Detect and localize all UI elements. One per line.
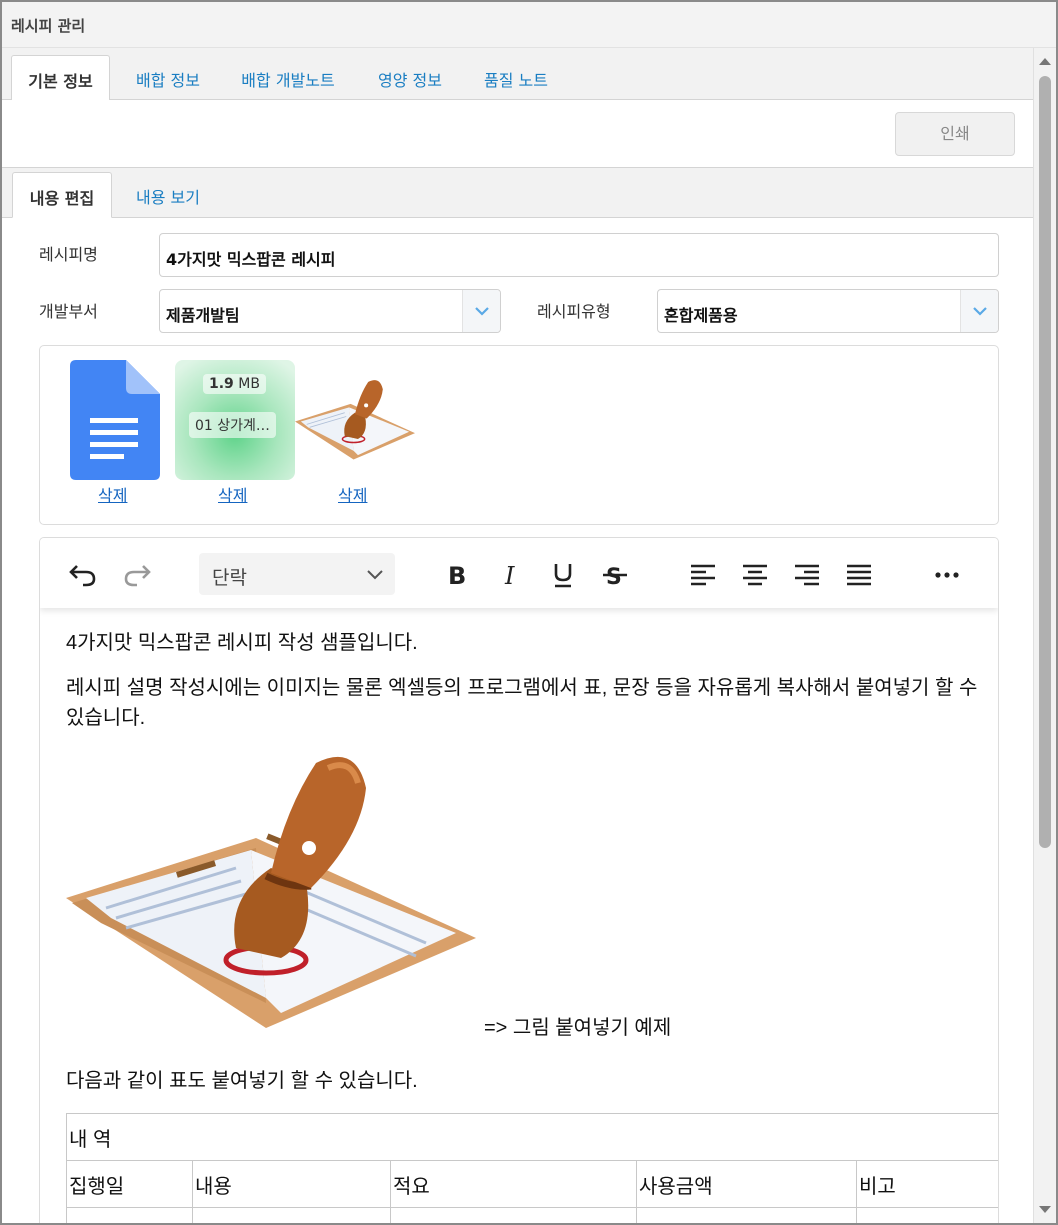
align-left-icon[interactable] [688, 560, 718, 590]
table-header-cell[interactable]: 적요 [390, 1160, 637, 1208]
tab-formula-info[interactable]: 배합 정보 [120, 55, 216, 100]
table-header-cell[interactable]: 집행일 [66, 1160, 193, 1208]
recipe-name-label: 레시피명 [39, 245, 98, 264]
dept-label: 개발부서 [39, 302, 98, 321]
tab-basic-info[interactable]: 기본 정보 [11, 55, 110, 101]
chevron-down-icon[interactable] [462, 290, 500, 332]
chevron-down-icon[interactable] [960, 290, 998, 332]
pasted-table: 내 역 집행일 내용 적요 사용금액 비고 [66, 1113, 998, 1223]
tab-nutrition-info[interactable]: 영양 정보 [362, 55, 458, 100]
underline-icon[interactable] [548, 560, 578, 590]
table-cell[interactable] [636, 1207, 857, 1223]
content-viewport: 기본 정보 배합 정보 배합 개발노트 영양 정보 품질 노트 인쇄 내용 편집… [2, 48, 1033, 1223]
dept-select[interactable]: 제품개발팀 [159, 289, 501, 333]
block-format-value: 단락 [212, 567, 247, 589]
table-title-cell[interactable]: 내 역 [66, 1113, 998, 1161]
action-toolbar: 인쇄 [2, 100, 1033, 168]
pasted-image-block: => 그림 붙여넣기 예제 [66, 748, 986, 1048]
recipe-name-input[interactable]: 4가지맛 믹스팝콘 레시피 [159, 233, 999, 277]
tab-edit-content[interactable]: 내용 편집 [12, 172, 112, 218]
block-format-select[interactable]: 단락 [199, 553, 395, 595]
redo-icon[interactable] [122, 560, 152, 590]
table-header-cell[interactable]: 사용금액 [636, 1160, 857, 1208]
chevron-down-icon [367, 570, 383, 580]
sub-tab-bar: 내용 편집 내용 보기 [2, 168, 1033, 218]
more-options-icon[interactable] [932, 560, 962, 590]
table-row: 집행일 내용 적요 사용금액 비고 [66, 1160, 998, 1208]
delete-attachment-1[interactable]: 삭제 [98, 482, 127, 506]
file-name: 01 상가계… [189, 412, 276, 438]
paragraph-2: 레시피 설명 작성시에는 이미지는 물론 엑셀등의 프로그램에서 표, 문장 등… [66, 677, 978, 729]
attachment-stamp-image[interactable] [295, 360, 415, 480]
delete-attachment-2[interactable]: 삭제 [218, 482, 247, 506]
type-label: 레시피유형 [537, 302, 611, 321]
type-select-value: 혼합제품용 [664, 306, 738, 325]
attachment-file-preview[interactable]: 1.9 MB 01 상가계… [175, 360, 295, 480]
align-right-icon[interactable] [792, 560, 822, 590]
scroll-up-icon[interactable] [1038, 56, 1052, 66]
stamp-image [295, 380, 415, 460]
table-cell[interactable] [390, 1207, 637, 1223]
strikethrough-icon[interactable]: S [600, 560, 630, 590]
stamp-image [66, 756, 476, 1028]
table-header-cell[interactable]: 비고 [856, 1160, 998, 1208]
table-cell[interactable] [856, 1207, 998, 1223]
dept-select-value: 제품개발팀 [166, 306, 240, 325]
table-cell[interactable] [66, 1207, 193, 1223]
align-center-icon[interactable] [740, 560, 770, 590]
editor-content[interactable]: 4가지맛 믹스팝콘 레시피 작성 샘플입니다. 레시피 설명 작성시에는 이미지… [66, 628, 986, 1111]
attachment-doc[interactable] [70, 360, 190, 480]
table-row: 내 역 [66, 1113, 998, 1161]
paragraph-1: 4가지맛 믹스팝콘 레시피 작성 샘플입니다. [66, 632, 418, 654]
tab-quality-note[interactable]: 품질 노트 [468, 55, 564, 100]
tab-formula-dev-note[interactable]: 배합 개발노트 [226, 55, 350, 100]
file-size: 1.9 MB [203, 374, 266, 394]
table-header-cell[interactable]: 내용 [192, 1160, 391, 1208]
attachment-list: 삭제 1.9 MB 01 상가계… 삭제 삭제 [39, 345, 999, 525]
delete-attachment-3[interactable]: 삭제 [338, 482, 367, 506]
svg-text:B: B [448, 562, 466, 590]
scrollbar-thumb[interactable] [1039, 76, 1051, 848]
print-button[interactable]: 인쇄 [895, 112, 1015, 156]
window-title: 레시피 관리 [11, 17, 86, 35]
editor-toolbar: 단락 B I S [40, 538, 998, 608]
type-select[interactable]: 혼합제품용 [657, 289, 999, 333]
table-intro: 다음과 같이 표도 붙여넣기 할 수 있습니다. [66, 1070, 418, 1092]
svg-text:S: S [606, 565, 622, 590]
table-row [66, 1207, 998, 1223]
svg-text:I: I [504, 562, 515, 590]
scroll-down-icon[interactable] [1038, 1205, 1052, 1215]
table-cell[interactable] [192, 1207, 391, 1223]
rich-text-editor: 단락 B I S 4가지맛 믹스팝콘 레시피 작성 샘플입니다. 레시피 설명 … [39, 537, 999, 1223]
recipe-window: 레시피 관리 기본 정보 배합 정보 배합 개발노트 영양 정보 품질 노트 인… [0, 0, 1058, 1225]
undo-icon[interactable] [68, 560, 98, 590]
main-tab-bar: 기본 정보 배합 정보 배합 개발노트 영양 정보 품질 노트 [2, 48, 1033, 101]
bold-icon[interactable]: B [442, 560, 472, 590]
title-bar: 레시피 관리 [2, 2, 1056, 48]
align-justify-icon[interactable] [844, 560, 874, 590]
document-icon [70, 360, 160, 480]
vertical-scrollbar[interactable] [1033, 48, 1056, 1223]
italic-icon[interactable]: I [496, 560, 526, 590]
tab-view-content[interactable]: 내용 보기 [120, 172, 216, 218]
image-caption: => 그림 붙여넣기 예제 [484, 1017, 672, 1039]
